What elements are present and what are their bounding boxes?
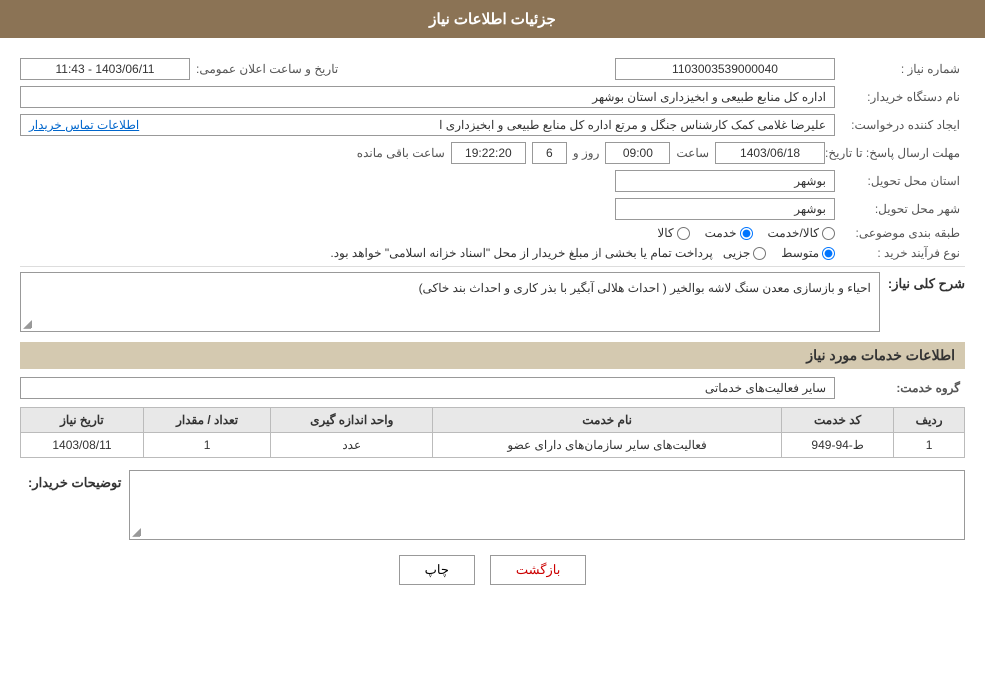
buyer-notes-label: توضیحات خریدار: <box>28 470 121 491</box>
purchase-note: پرداخت تمام یا بخشی از مبلغ خریدار از مح… <box>330 246 713 260</box>
category-option-kala-khedmat[interactable]: کالا/خدمت <box>768 226 835 240</box>
cell-date: 1403/08/11 <box>21 433 144 458</box>
general-description-section: شرح کلی نیاز: احیاء و بازسازی معدن سنگ ل… <box>20 272 965 332</box>
general-description-label: شرح کلی نیاز: <box>888 272 965 292</box>
purchase-type-label: نوع فرآیند خرید : <box>835 246 965 260</box>
remaining-label: ساعت باقی مانده <box>357 146 445 160</box>
creator-label: ایجاد کننده درخواست: <box>835 118 965 132</box>
response-day-label: روز و <box>573 146 600 160</box>
cell-unit: عدد <box>271 433 433 458</box>
cell-rownum: 1 <box>894 433 965 458</box>
buyer-notes-section: توضیحات خریدار: <box>20 470 965 540</box>
back-button[interactable]: بازگشت <box>490 555 586 585</box>
category-option-kala[interactable]: کالا <box>657 226 689 240</box>
need-number-label: شماره نیاز : <box>835 62 965 76</box>
general-description-box: احیاء و بازسازی معدن سنگ لاشه بوالخیر ( … <box>20 272 880 332</box>
response-day-value: 6 <box>532 142 567 164</box>
response-deadline-label: مهلت ارسال پاسخ: تا تاریخ: <box>825 146 965 160</box>
buttons-row: بازگشت چاپ <box>20 555 965 585</box>
purchase-type-motavaset[interactable]: متوسط <box>781 246 835 260</box>
col-header-code: کد خدمت <box>782 408 894 433</box>
response-clock-value: 19:22:20 <box>451 142 526 164</box>
contact-link[interactable]: اطلاعات تماس خریدار <box>29 118 139 132</box>
response-time-value: 09:00 <box>605 142 670 164</box>
creator-row: علیرضا غلامی کمک کارشناس جنگل و مرتع ادا… <box>20 114 835 136</box>
col-header-rownum: ردیف <box>894 408 965 433</box>
page-header: جزئیات اطلاعات نیاز <box>0 0 985 38</box>
general-description-value: احیاء و بازسازی معدن سنگ لاشه بوالخیر ( … <box>419 281 871 295</box>
delivery-city-value: بوشهر <box>615 198 835 220</box>
need-number-value: 1103003539000040 <box>615 58 835 80</box>
buyer-org-label: نام دستگاه خریدار: <box>835 90 965 104</box>
delivery-province-label: استان محل تحویل: <box>835 174 965 188</box>
service-group-label: گروه خدمت: <box>835 381 965 395</box>
purchase-type-radio-group: متوسط جزیی <box>723 246 835 260</box>
purchase-type-jozi[interactable]: جزیی <box>723 246 766 260</box>
col-header-qty: تعداد / مقدار <box>143 408 271 433</box>
cell-code: ط-94-949 <box>782 433 894 458</box>
buyer-notes-box <box>129 470 965 540</box>
page-title: جزئیات اطلاعات نیاز <box>429 11 556 28</box>
col-header-name: نام خدمت <box>433 408 782 433</box>
services-section-title: اطلاعات خدمات مورد نیاز <box>20 342 965 369</box>
col-header-date: تاریخ نیاز <box>21 408 144 433</box>
category-option-khedmat[interactable]: خدمت <box>705 226 753 240</box>
cell-name: فعالیت‌های سایر سازمان‌های دارای عضو <box>433 433 782 458</box>
announcement-date-value: 1403/06/11 - 11:43 <box>20 58 190 80</box>
print-button[interactable]: چاپ <box>399 555 475 585</box>
col-header-unit: واحد اندازه گیری <box>271 408 433 433</box>
delivery-province-value: بوشهر <box>615 170 835 192</box>
category-radio-group: کالا/خدمت خدمت کالا <box>657 226 835 240</box>
service-group-value: سایر فعالیت‌های خدماتی <box>20 377 835 399</box>
response-date-value: 1403/06/18 <box>715 142 825 164</box>
table-row: 1 ط-94-949 فعالیت‌های سایر سازمان‌های دا… <box>21 433 965 458</box>
delivery-city-label: شهر محل تحویل: <box>835 202 965 216</box>
cell-qty: 1 <box>143 433 271 458</box>
buyer-org-value: اداره کل منابع طبیعی و ابخیزداری استان ب… <box>20 86 835 108</box>
category-label: طبقه بندی موضوعی: <box>835 226 965 240</box>
response-time-label: ساعت <box>676 146 709 160</box>
announcement-date-label: تاریخ و ساعت اعلان عمومی: <box>190 62 343 76</box>
creator-value: علیرضا غلامی کمک کارشناس جنگل و مرتع ادا… <box>439 118 826 132</box>
services-table: ردیف کد خدمت نام خدمت واحد اندازه گیری ت… <box>20 407 965 458</box>
